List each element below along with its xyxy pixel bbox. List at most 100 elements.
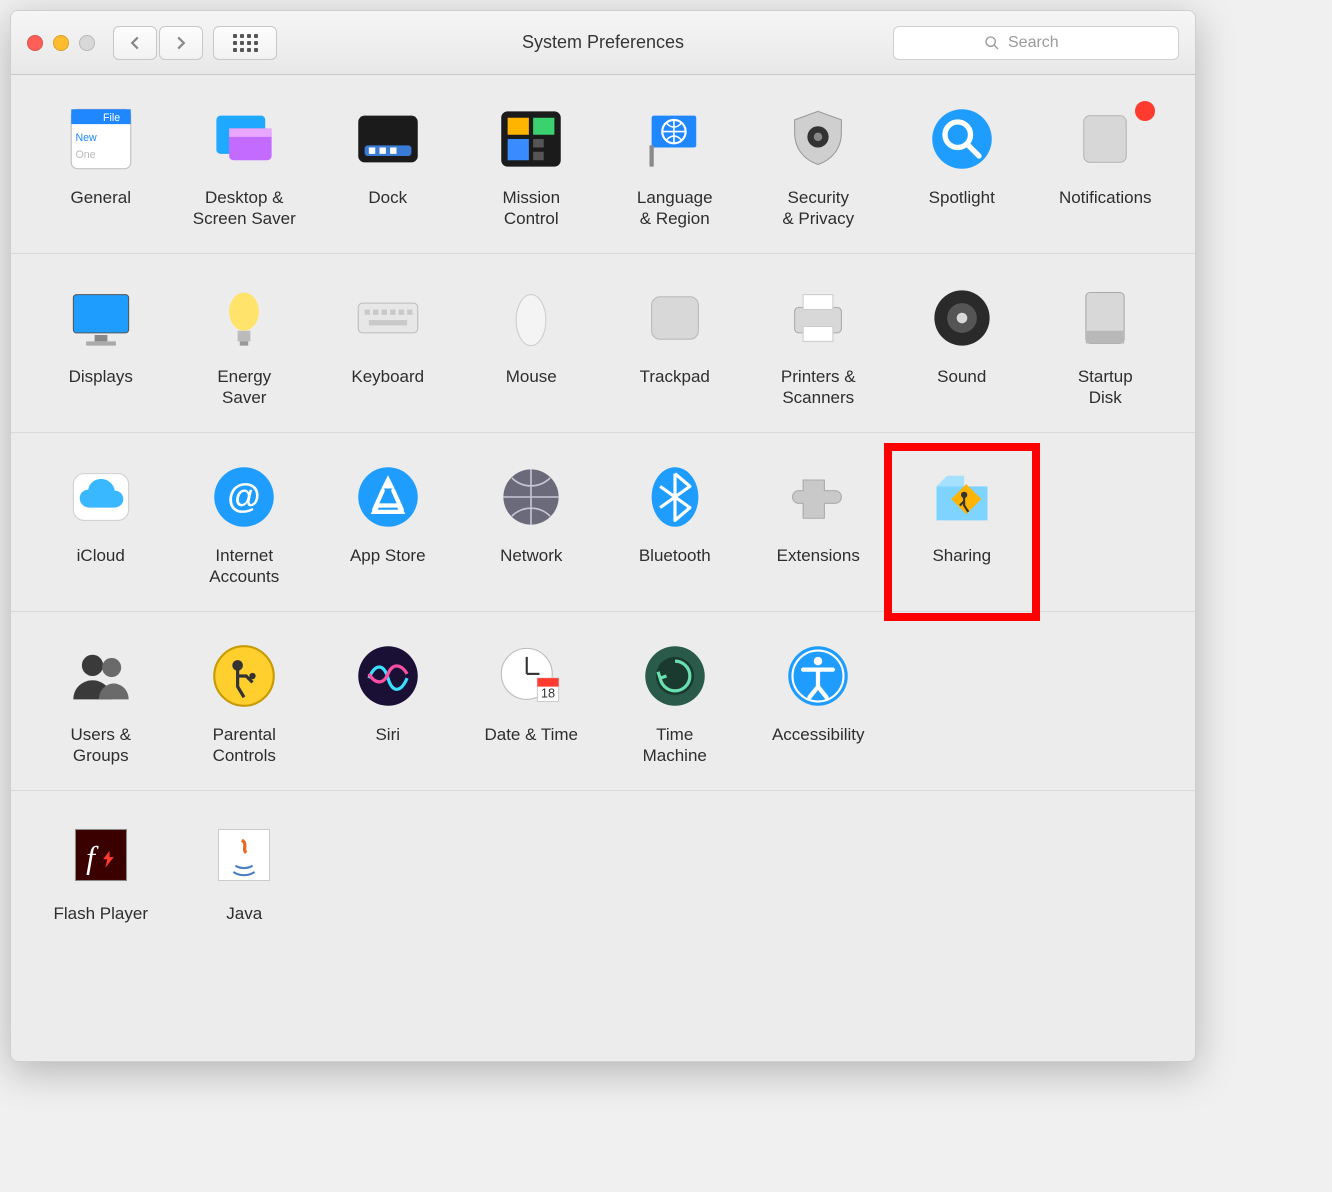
pref-sharing[interactable]: Sharing bbox=[890, 461, 1034, 591]
chevron-left-icon bbox=[128, 36, 142, 50]
icloud-icon bbox=[65, 461, 137, 533]
pref-section: f Flash Player Java bbox=[11, 791, 1195, 969]
security-icon bbox=[782, 103, 854, 175]
system-preferences-window: System Preferences FileNewOneGeneral Desk… bbox=[10, 10, 1196, 1062]
pref-row: Users &Groups ParentalControls Siri 18Date … bbox=[29, 640, 1177, 770]
internet-icon: @ bbox=[208, 461, 280, 533]
pref-label: Desktop &Screen Saver bbox=[193, 187, 296, 230]
pref-label: Siri bbox=[375, 724, 400, 745]
close-window-button[interactable] bbox=[27, 35, 43, 51]
search-input[interactable] bbox=[1008, 34, 1088, 52]
svg-text:@: @ bbox=[228, 478, 261, 516]
pref-section: Displays EnergySaver Keyboard MouseTrackpad… bbox=[11, 254, 1195, 433]
pref-label: ParentalControls bbox=[213, 724, 276, 767]
pref-label: Keyboard bbox=[351, 366, 424, 387]
pref-row: iCloud @ InternetAccounts App Store Network B… bbox=[29, 461, 1177, 591]
pref-desktop[interactable]: Desktop &Screen Saver bbox=[173, 103, 317, 233]
pref-label: Bluetooth bbox=[639, 545, 711, 566]
pref-internet[interactable]: @ InternetAccounts bbox=[173, 461, 317, 591]
keyboard-icon bbox=[352, 282, 424, 354]
pref-trackpad[interactable]: Trackpad bbox=[603, 282, 747, 412]
pref-label: Printers &Scanners bbox=[781, 366, 856, 409]
mouse-icon bbox=[495, 282, 567, 354]
window-controls bbox=[27, 35, 95, 51]
pref-appstore[interactable]: App Store bbox=[316, 461, 460, 591]
search-icon bbox=[984, 35, 1000, 51]
pref-label: Flash Player bbox=[54, 903, 148, 924]
pref-label: InternetAccounts bbox=[209, 545, 279, 588]
pref-printers[interactable]: Printers &Scanners bbox=[747, 282, 891, 412]
notifications-icon bbox=[1069, 103, 1141, 175]
pref-label: StartupDisk bbox=[1078, 366, 1133, 409]
forward-button[interactable] bbox=[159, 26, 203, 60]
pref-label: Language& Region bbox=[637, 187, 713, 230]
pref-label: General bbox=[71, 187, 131, 208]
timemachine-icon bbox=[639, 640, 711, 712]
pref-icloud[interactable]: iCloud bbox=[29, 461, 173, 591]
minimize-window-button[interactable] bbox=[53, 35, 69, 51]
grid-icon bbox=[233, 34, 258, 52]
pref-dock[interactable]: Dock bbox=[316, 103, 460, 233]
svg-text:File: File bbox=[103, 112, 120, 124]
pref-label: Dock bbox=[368, 187, 407, 208]
pref-keyboard[interactable]: Keyboard bbox=[316, 282, 460, 412]
pref-sound[interactable]: Sound bbox=[890, 282, 1034, 412]
pref-label: App Store bbox=[350, 545, 426, 566]
pref-section: Users &Groups ParentalControls Siri 18Date … bbox=[11, 612, 1195, 791]
pref-users[interactable]: Users &Groups bbox=[29, 640, 173, 770]
pref-timemachine[interactable]: TimeMachine bbox=[603, 640, 747, 770]
pref-row: Displays EnergySaver Keyboard MouseTrackpad… bbox=[29, 282, 1177, 412]
chevron-right-icon bbox=[174, 36, 188, 50]
pref-datetime[interactable]: 18Date & Time bbox=[460, 640, 604, 770]
pref-startup[interactable]: StartupDisk bbox=[1034, 282, 1178, 412]
pref-displays[interactable]: Displays bbox=[29, 282, 173, 412]
search-field[interactable] bbox=[893, 26, 1179, 60]
pref-label: Extensions bbox=[777, 545, 860, 566]
siri-icon bbox=[352, 640, 424, 712]
pref-label: Accessibility bbox=[772, 724, 865, 745]
trackpad-icon bbox=[639, 282, 711, 354]
pref-section: FileNewOneGeneral Desktop &Screen Saver Do… bbox=[11, 75, 1195, 254]
bluetooth-icon bbox=[639, 461, 711, 533]
pref-siri[interactable]: Siri bbox=[316, 640, 460, 770]
pref-label: Displays bbox=[69, 366, 133, 387]
flash-icon: f bbox=[65, 819, 137, 891]
pref-mission[interactable]: MissionControl bbox=[460, 103, 604, 233]
pref-label: TimeMachine bbox=[643, 724, 707, 767]
pref-label: Security& Privacy bbox=[782, 187, 854, 230]
java-icon bbox=[208, 819, 280, 891]
pref-security[interactable]: Security& Privacy bbox=[747, 103, 891, 233]
pref-flash[interactable]: f Flash Player bbox=[29, 819, 173, 949]
pref-label: Spotlight bbox=[929, 187, 995, 208]
parental-icon bbox=[208, 640, 280, 712]
titlebar: System Preferences bbox=[11, 11, 1195, 75]
dock-icon bbox=[352, 103, 424, 175]
nav-buttons bbox=[113, 26, 203, 60]
pref-language[interactable]: Language& Region bbox=[603, 103, 747, 233]
pref-bluetooth[interactable]: Bluetooth bbox=[603, 461, 747, 591]
energy-icon bbox=[208, 282, 280, 354]
pref-accessibility[interactable]: Accessibility bbox=[747, 640, 891, 770]
svg-text:18: 18 bbox=[541, 685, 555, 700]
pref-parental[interactable]: ParentalControls bbox=[173, 640, 317, 770]
desktop-icon bbox=[208, 103, 280, 175]
pref-mouse[interactable]: Mouse bbox=[460, 282, 604, 412]
pref-java[interactable]: Java bbox=[173, 819, 317, 949]
spotlight-icon bbox=[926, 103, 998, 175]
pref-network[interactable]: Network bbox=[460, 461, 604, 591]
pref-label: Users &Groups bbox=[71, 724, 131, 767]
pref-general[interactable]: FileNewOneGeneral bbox=[29, 103, 173, 233]
pref-notifications[interactable]: Notifications bbox=[1034, 103, 1178, 233]
pref-label: Sound bbox=[937, 366, 986, 387]
displays-icon bbox=[65, 282, 137, 354]
show-all-button[interactable] bbox=[213, 26, 277, 60]
pref-label: Notifications bbox=[1059, 187, 1152, 208]
pref-energy[interactable]: EnergySaver bbox=[173, 282, 317, 412]
language-icon bbox=[639, 103, 711, 175]
accessibility-icon bbox=[782, 640, 854, 712]
pref-extensions[interactable]: Extensions bbox=[747, 461, 891, 591]
zoom-window-button[interactable] bbox=[79, 35, 95, 51]
preferences-grid: FileNewOneGeneral Desktop &Screen Saver Do… bbox=[11, 75, 1195, 969]
pref-spotlight[interactable]: Spotlight bbox=[890, 103, 1034, 233]
back-button[interactable] bbox=[113, 26, 157, 60]
